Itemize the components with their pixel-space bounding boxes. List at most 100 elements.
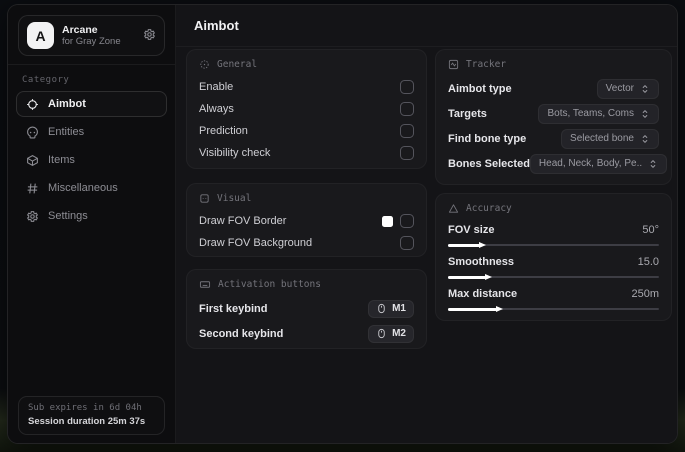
panel-tracker-header: Tracker (448, 59, 659, 70)
setting-label: Always (199, 103, 234, 115)
slider-label: Max distance (448, 288, 518, 300)
subscription-info: Sub expires in 6d 04h Session duration 2… (18, 396, 165, 435)
gear-icon (25, 209, 39, 223)
panel-title: General (217, 59, 258, 70)
select-value: Vector (605, 83, 634, 94)
sidebar-item-settings[interactable]: Settings (16, 203, 167, 229)
sidebar-header-wrap: A Arcane for Gray Zone (8, 5, 175, 65)
page-title: Aimbot (194, 18, 239, 33)
setting-row: Find bone type Selected bone (448, 126, 659, 151)
setting-label: Find bone type (448, 132, 527, 145)
bones-selected-select[interactable]: Head, Neck, Body, Pe.. (529, 153, 668, 174)
setting-label: Draw FOV Background (199, 237, 313, 249)
fov-size-slider[interactable] (448, 241, 659, 250)
session-duration-text: Session duration 25m 37s (28, 416, 146, 427)
setting-label: Draw FOV Border (199, 215, 287, 227)
setting-label: Prediction (199, 125, 248, 137)
first-keybind-button[interactable]: M1 (368, 299, 414, 318)
slider-fill (448, 273, 492, 280)
slider-row: FOV size 50° (448, 220, 659, 250)
keyboard-icon (199, 279, 211, 290)
keybind-value: M2 (392, 328, 406, 339)
box-icon (25, 153, 39, 167)
panel-accuracy-header: Accuracy (448, 203, 659, 214)
sidebar-item-aimbot[interactable]: Aimbot (16, 91, 167, 117)
find-bone-type-select[interactable]: Selected bone (561, 128, 659, 149)
always-checkbox[interactable] (400, 102, 414, 116)
second-keybind-button[interactable]: M2 (368, 324, 414, 343)
mouse-icon (378, 328, 385, 339)
category-label: Category (22, 75, 70, 85)
sidebar-item-miscellaneous[interactable]: Miscellaneous (16, 175, 167, 201)
setting-row: Always (199, 98, 414, 120)
setting-row: Prediction (199, 120, 414, 142)
setting-row: Draw FOV Border (199, 210, 414, 232)
slider-row: Smoothness 15.0 (448, 252, 659, 282)
slider-label: Smoothness (448, 256, 515, 268)
draw-fov-background-checkbox[interactable] (400, 236, 414, 250)
slider-value: 250m (631, 288, 659, 300)
app-card: A Arcane for Gray Zone (18, 15, 165, 56)
activity-icon (448, 59, 459, 70)
panel-general: General Enable Always Prediction Visibil… (186, 49, 427, 169)
panel-general-header: General (199, 59, 414, 70)
panel-visual: Visual Draw FOV Border Draw FOV Backgrou… (186, 183, 427, 257)
main-header: Aimbot (176, 5, 677, 47)
sidebar-item-items[interactable]: Items (16, 147, 167, 173)
crosshair-dotted-icon (199, 59, 210, 70)
chevron-up-down-icon (650, 159, 656, 168)
mouse-icon (378, 303, 385, 314)
panel-visual-header: Visual (199, 193, 414, 204)
slider-row: Max distance 250m (448, 284, 659, 314)
triangle-icon (448, 203, 459, 214)
visibility-check-checkbox[interactable] (400, 146, 414, 160)
select-value: Selected bone (570, 133, 634, 144)
setting-label: Bones Selected (448, 157, 530, 170)
sidebar-item-entities[interactable]: Entities (16, 119, 167, 145)
max-distance-slider[interactable] (448, 305, 659, 314)
main-area: Aimbot General Enable Always Prediction (176, 5, 677, 443)
select-value: Head, Neck, Body, Pe.. (538, 158, 643, 169)
app-card-text: Arcane for Gray Zone (62, 24, 135, 48)
sub-expires-text: Sub expires in 6d 04h (28, 403, 142, 413)
app-title: Arcane (62, 23, 98, 36)
gear-icon[interactable] (143, 28, 156, 43)
sidebar-item-label: Entities (48, 126, 85, 138)
grid-icon (25, 181, 39, 195)
panel-title: Visual (217, 193, 252, 204)
draw-fov-border-checkbox[interactable] (400, 214, 414, 228)
sidebar-menu: Aimbot Entities Items Miscellaneous Sett… (8, 91, 175, 229)
setting-row: Draw FOV Background (199, 232, 414, 254)
panel-title: Activation buttons (218, 279, 321, 290)
panel-title: Tracker (466, 59, 507, 70)
sidebar-item-label: Items (48, 154, 75, 166)
enable-checkbox[interactable] (400, 80, 414, 94)
panel-accuracy: Accuracy FOV size 50° Smoothness 15.0 Ma… (435, 193, 672, 321)
panel-tracker: Tracker Aimbot type Vector Targets Bots,… (435, 49, 672, 185)
sidebar-item-label: Aimbot (48, 98, 86, 110)
setting-row: Aimbot type Vector (448, 76, 659, 101)
panel-title: Accuracy (466, 203, 512, 214)
sidebar-item-label: Settings (48, 210, 88, 222)
sidebar-item-label: Miscellaneous (48, 182, 118, 194)
sidebar: A Arcane for Gray Zone Category Aimbot E… (8, 5, 176, 443)
fov-border-color-swatch[interactable] (382, 215, 393, 227)
targets-select[interactable]: Bots, Teams, Coms (538, 103, 659, 124)
setting-label: Aimbot type (448, 82, 512, 95)
setting-row: Targets Bots, Teams, Coms (448, 101, 659, 126)
smoothness-slider[interactable] (448, 273, 659, 282)
slider-value: 15.0 (637, 256, 659, 268)
skull-icon (25, 125, 39, 139)
prediction-checkbox[interactable] (400, 124, 414, 138)
setting-label: Targets (448, 107, 487, 120)
setting-row: Second keybind M2 (199, 321, 414, 346)
setting-row: Visibility check (199, 142, 414, 164)
select-value: Bots, Teams, Coms (547, 108, 634, 119)
slider-value: 50° (642, 224, 659, 236)
slider-fill (448, 305, 502, 312)
aimbot-type-select[interactable]: Vector (596, 78, 659, 99)
crosshair-icon (25, 97, 39, 111)
setting-label: Enable (199, 81, 234, 93)
chevron-up-down-icon (642, 84, 648, 93)
keybind-value: M1 (392, 303, 406, 314)
